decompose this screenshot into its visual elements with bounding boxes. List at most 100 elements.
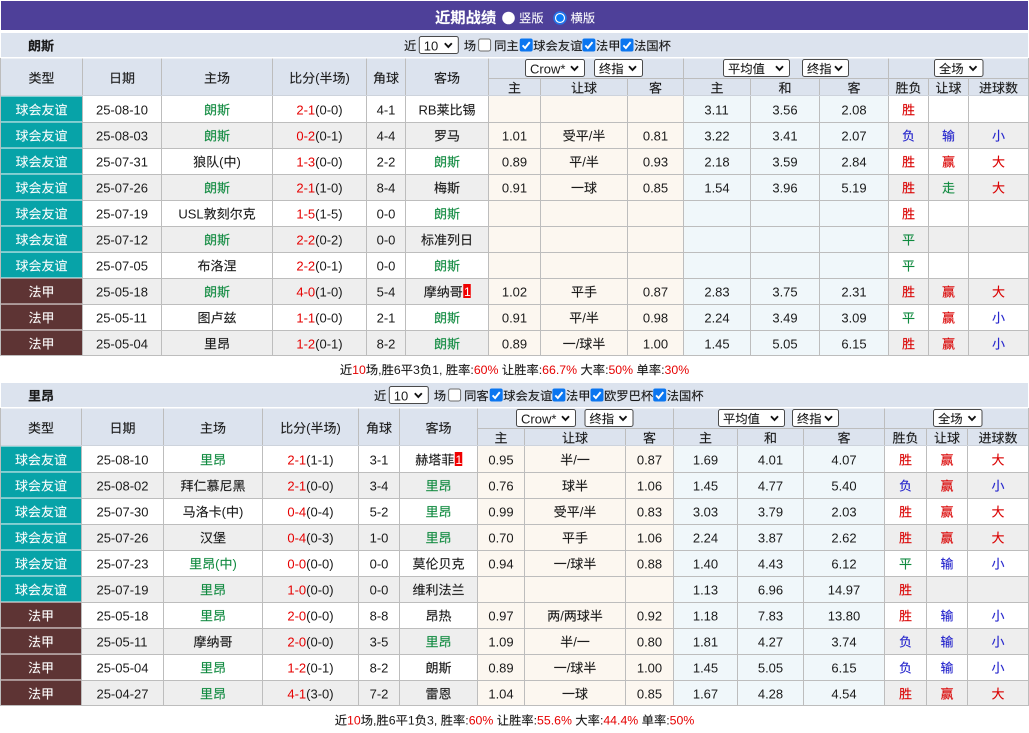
svg-text:0-0: 0-0: [377, 232, 396, 247]
svg-text:8-2: 8-2: [370, 660, 389, 675]
svg-text:4-1: 4-1: [377, 102, 396, 117]
svg-text:2-2: 2-2: [296, 258, 315, 273]
svg-text:(1-1): (1-1): [306, 452, 333, 467]
svg-text:2-1: 2-1: [377, 310, 396, 325]
svg-text:1.01: 1.01: [502, 128, 527, 143]
svg-text:2.24: 2.24: [693, 530, 718, 545]
svg-text:2.07: 2.07: [841, 128, 866, 143]
svg-text:1: 1: [408, 714, 415, 728]
svg-text:0.98: 0.98: [643, 310, 668, 325]
svg-text:6.15: 6.15: [831, 660, 856, 675]
svg-text:/: /: [567, 660, 571, 675]
svg-text:55.6%: 55.6%: [537, 714, 572, 728]
svg-text:1.45: 1.45: [693, 660, 718, 675]
svg-text:,: ,: [373, 714, 376, 728]
svg-text:(0-1): (0-1): [306, 660, 333, 675]
svg-text:(: (: [219, 154, 224, 169]
svg-text:(0-1): (0-1): [315, 128, 342, 143]
svg-text:50%: 50%: [670, 714, 695, 728]
svg-text:25-07-26: 25-07-26: [96, 530, 148, 545]
svg-text:5.05: 5.05: [758, 660, 783, 675]
svg-text:3,: 3,: [427, 714, 437, 728]
svg-text:(0-0): (0-0): [315, 154, 342, 169]
svg-text:2.83: 2.83: [704, 284, 729, 299]
svg-text:4.54: 4.54: [831, 686, 856, 701]
svg-text:25-07-26: 25-07-26: [96, 180, 148, 195]
svg-text:8-4: 8-4: [377, 180, 396, 195]
svg-text:25-05-18: 25-05-18: [96, 284, 148, 299]
svg-text:30%: 30%: [665, 363, 690, 377]
svg-text:1.69: 1.69: [693, 452, 718, 467]
svg-text:3.11: 3.11: [704, 102, 728, 117]
svg-text:2.31: 2.31: [841, 284, 866, 299]
svg-text:0.97: 0.97: [488, 608, 513, 623]
svg-text:(: (: [306, 421, 311, 436]
svg-text:3-4: 3-4: [370, 478, 389, 493]
svg-text:6.12: 6.12: [831, 556, 856, 571]
svg-text:4.28: 4.28: [758, 686, 783, 701]
svg-text:0-0: 0-0: [377, 258, 396, 273]
svg-text:(1-0): (1-0): [315, 180, 342, 195]
svg-text:2-1: 2-1: [287, 478, 306, 493]
svg-text:25-05-11: 25-05-11: [96, 310, 147, 325]
svg-text:0-4: 0-4: [287, 504, 306, 519]
svg-text:25-07-05: 25-07-05: [96, 258, 148, 273]
svg-text:5-4: 5-4: [377, 284, 396, 299]
svg-text:1-3: 1-3: [296, 154, 315, 169]
svg-text:2-2: 2-2: [377, 154, 396, 169]
svg-text:25-08-03: 25-08-03: [96, 128, 148, 143]
svg-text:Crow*: Crow*: [530, 61, 565, 76]
svg-text:(0-1): (0-1): [315, 258, 342, 273]
svg-text:1: 1: [456, 453, 463, 467]
svg-text:0.80: 0.80: [637, 634, 662, 649]
svg-text:/: /: [576, 336, 580, 351]
svg-text:1-0: 1-0: [287, 582, 306, 597]
svg-text:13.80: 13.80: [828, 608, 861, 623]
svg-text:0.89: 0.89: [502, 336, 527, 351]
svg-text:2-1: 2-1: [296, 180, 315, 195]
svg-text:1.13: 1.13: [693, 582, 718, 597]
svg-text:(0-0): (0-0): [306, 582, 333, 597]
svg-text:0.89: 0.89: [488, 660, 513, 675]
svg-text:2-2: 2-2: [296, 232, 315, 247]
svg-text:1.18: 1.18: [693, 608, 718, 623]
svg-text:25-05-11: 25-05-11: [96, 634, 147, 649]
svg-text:8-2: 8-2: [377, 336, 396, 351]
svg-text:0.92: 0.92: [637, 608, 662, 623]
svg-text:(0-0): (0-0): [306, 634, 333, 649]
svg-text:5.40: 5.40: [831, 478, 856, 493]
svg-text:1-1: 1-1: [296, 310, 315, 325]
svg-text:2.08: 2.08: [841, 102, 866, 117]
svg-text:1-0: 1-0: [370, 530, 389, 545]
svg-text:3.03: 3.03: [693, 504, 718, 519]
svg-text:(0-0): (0-0): [306, 608, 333, 623]
svg-text:4.07: 4.07: [831, 452, 856, 467]
svg-text:/: /: [582, 154, 586, 169]
svg-text:3.41: 3.41: [772, 128, 797, 143]
svg-text:2.03: 2.03: [831, 504, 856, 519]
svg-text:0-4: 0-4: [287, 530, 306, 545]
svg-text:USL: USL: [178, 206, 203, 221]
svg-text:6: 6: [389, 714, 396, 728]
svg-text:8-8: 8-8: [370, 608, 389, 623]
svg-text:1.54: 1.54: [704, 180, 729, 195]
svg-text:25-08-02: 25-08-02: [96, 478, 148, 493]
svg-text:Crow*: Crow*: [521, 411, 556, 426]
svg-text:0.70: 0.70: [488, 530, 513, 545]
svg-text:1.81: 1.81: [693, 634, 718, 649]
svg-text:3-1: 3-1: [370, 452, 389, 467]
svg-text:25-07-19: 25-07-19: [96, 582, 148, 597]
svg-text:0.88: 0.88: [637, 556, 662, 571]
svg-text:3.49: 3.49: [772, 310, 797, 325]
svg-text:25-07-31: 25-07-31: [96, 154, 148, 169]
svg-text:0.87: 0.87: [643, 284, 668, 299]
svg-text:6.15: 6.15: [841, 336, 866, 351]
svg-text:2.18: 2.18: [704, 154, 729, 169]
svg-text:4.27: 4.27: [758, 634, 783, 649]
svg-text:1.67: 1.67: [693, 686, 718, 701]
svg-text:1.45: 1.45: [693, 478, 718, 493]
svg-text:5-2: 5-2: [370, 504, 389, 519]
svg-text:): ): [239, 504, 243, 519]
svg-text:0-0: 0-0: [287, 556, 306, 571]
svg-text:7-2: 7-2: [370, 686, 389, 701]
